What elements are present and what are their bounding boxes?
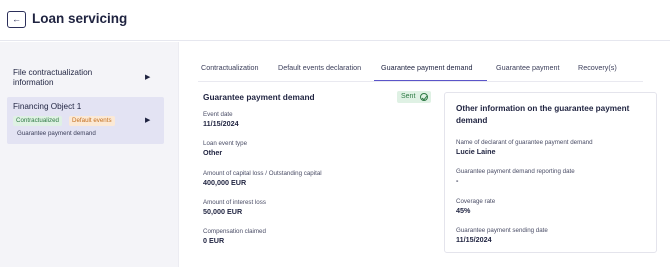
coverage-rate-value: 45% bbox=[456, 206, 471, 215]
play-arrow-icon[interactable]: ▶ bbox=[145, 74, 150, 81]
reporting-date-label: Guarantee payment demand reporting date bbox=[456, 168, 575, 175]
status-badge-label: Sent bbox=[401, 93, 416, 100]
interest-loss-label: Amount of interest loss bbox=[203, 199, 266, 206]
compensation-claimed-label: Compensation claimed bbox=[203, 228, 266, 235]
loan-event-type-value: Other bbox=[203, 148, 223, 157]
capital-loss-label: Amount of capital loss / Outstanding cap… bbox=[203, 170, 322, 177]
sidebar: File contractualization information ▶ Fi… bbox=[0, 42, 179, 267]
other-information-card: Other information on the guarantee payme… bbox=[444, 92, 657, 253]
status-badge-sent: Sent bbox=[397, 91, 431, 103]
other-information-title: Other information on the guarantee payme… bbox=[456, 104, 630, 125]
reporting-date-value: - bbox=[456, 176, 459, 185]
tab-guarantee-payment-demand[interactable]: Guarantee payment demand bbox=[381, 63, 473, 72]
financing-object-subtitle: Guarantee payment demand bbox=[17, 130, 96, 137]
page-header: ← Loan servicing bbox=[0, 0, 670, 41]
page-title: Loan servicing bbox=[32, 11, 128, 26]
sending-date-value: 11/15/2024 bbox=[456, 235, 492, 244]
tab-divider bbox=[198, 80, 643, 82]
sidebar-item-file-contractualization[interactable]: File contractualization information bbox=[13, 68, 113, 88]
tab-recovery[interactable]: Recovery(s) bbox=[578, 63, 617, 72]
tab-bar: Contractualization Default events declar… bbox=[198, 63, 643, 82]
financing-object-title: Financing Object 1 bbox=[13, 102, 82, 111]
loan-event-type-label: Loan event type bbox=[203, 140, 248, 147]
declarant-name-label: Name of declarant of guarantee payment d… bbox=[456, 139, 593, 146]
declarant-name-value: Lucie Laine bbox=[456, 147, 496, 156]
event-date-label: Event date bbox=[203, 111, 233, 118]
arrow-left-icon: ← bbox=[12, 14, 21, 24]
tab-default-events-declaration[interactable]: Default events declaration bbox=[278, 63, 361, 72]
interest-loss-value: 50,000 EUR bbox=[203, 207, 243, 216]
sending-date-label: Guarantee payment sending date bbox=[456, 227, 548, 234]
status-badge-contractualized: Contractualized bbox=[13, 116, 62, 126]
sidebar-item-financing-object[interactable]: Financing Object 1 Contractualized Defau… bbox=[7, 97, 164, 144]
coverage-rate-label: Coverage rate bbox=[456, 198, 496, 205]
play-arrow-icon[interactable]: ▶ bbox=[145, 117, 150, 124]
tab-contractualization[interactable]: Contractualization bbox=[201, 63, 259, 72]
check-circle-icon bbox=[420, 93, 428, 101]
status-badge-default-events: Default events bbox=[69, 116, 115, 126]
tab-guarantee-payment[interactable]: Guarantee payment bbox=[496, 63, 560, 72]
compensation-claimed-value: 0 EUR bbox=[203, 236, 225, 245]
section-title: Guarantee payment demand bbox=[203, 92, 315, 102]
back-button[interactable]: ← bbox=[7, 11, 26, 28]
capital-loss-value: 400,000 EUR bbox=[203, 178, 247, 187]
event-date-value: 11/15/2024 bbox=[203, 119, 239, 128]
